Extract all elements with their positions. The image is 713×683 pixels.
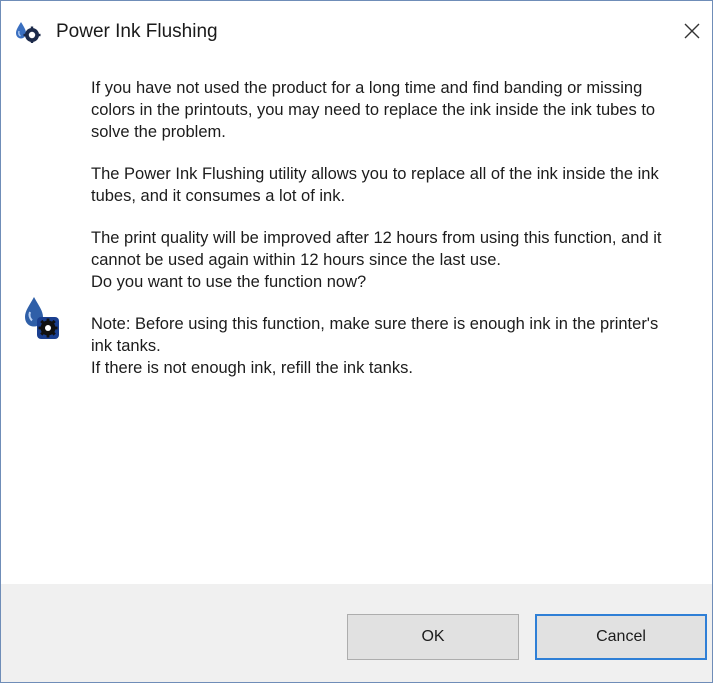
close-button[interactable] <box>674 13 710 49</box>
cancel-button[interactable]: Cancel <box>535 614 707 660</box>
note-line-2: If there is not enough ink, refill the i… <box>91 359 413 377</box>
message-paragraph-2: The Power Ink Flushing utility allows yo… <box>91 165 659 205</box>
dialog-window: Power Ink Flushing If you have not used … <box>0 0 713 683</box>
message-body: If you have not used the product for a l… <box>91 77 681 379</box>
note-line-1: Note: Before using this function, make s… <box>91 315 659 355</box>
button-bar: OK Cancel <box>1 584 712 682</box>
ink-drop-gear-icon <box>15 21 41 44</box>
message-paragraph-3: The print quality will be improved after… <box>91 229 662 269</box>
ink-drop-gear-icon <box>21 295 61 345</box>
title-bar[interactable]: Power Ink Flushing <box>1 1 712 59</box>
close-icon <box>684 23 700 39</box>
window-title: Power Ink Flushing <box>56 21 218 42</box>
message-question: Do you want to use the function now? <box>91 273 367 291</box>
ok-button[interactable]: OK <box>347 614 519 660</box>
message-paragraph-1: If you have not used the product for a l… <box>91 79 656 141</box>
